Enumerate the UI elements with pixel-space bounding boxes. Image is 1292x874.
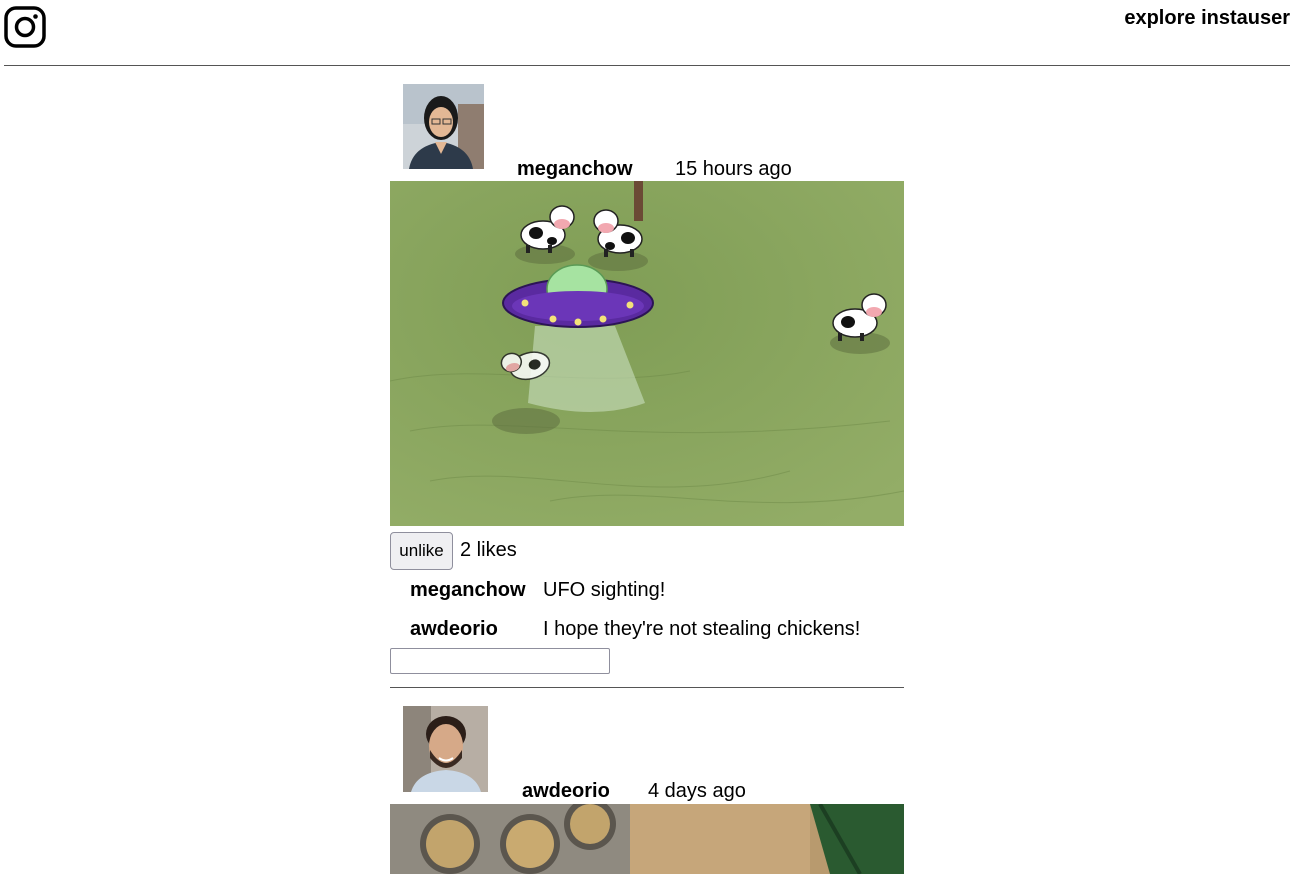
unlike-button[interactable]: unlike (390, 532, 453, 570)
post-timestamp-link[interactable]: 4 days ago (648, 780, 746, 803)
comment-input[interactable] (390, 648, 610, 674)
post-image (390, 181, 904, 526)
post-owner-link[interactable]: awdeorio (522, 780, 610, 803)
header-divider (4, 65, 1290, 66)
user-link[interactable]: instauser (1201, 7, 1290, 29)
post-owner-link[interactable]: meganchow (517, 158, 633, 181)
post-actions: unlike 2 likes (390, 532, 904, 572)
explore-link[interactable]: explore (1124, 7, 1195, 29)
top-nav: explore instauser (1124, 7, 1290, 30)
avatar[interactable] (403, 84, 484, 169)
comment-owner-link[interactable]: meganchow (410, 579, 526, 602)
instagram-icon[interactable] (4, 6, 46, 48)
comment-text: UFO sighting! (543, 579, 666, 601)
avatar[interactable] (403, 706, 488, 792)
comment-owner-link[interactable]: awdeorio (410, 618, 498, 641)
comment-text: I hope they're not stealing chickens! (543, 618, 861, 640)
post-image (390, 804, 904, 874)
post-card: meganchow 15 hours ago unlike 2 likes me… (390, 84, 904, 694)
likes-count: 2 likes (460, 539, 517, 561)
post-divider (390, 687, 904, 688)
post-timestamp-link[interactable]: 15 hours ago (675, 158, 792, 181)
post-card: awdeorio 4 days ago (390, 706, 904, 874)
